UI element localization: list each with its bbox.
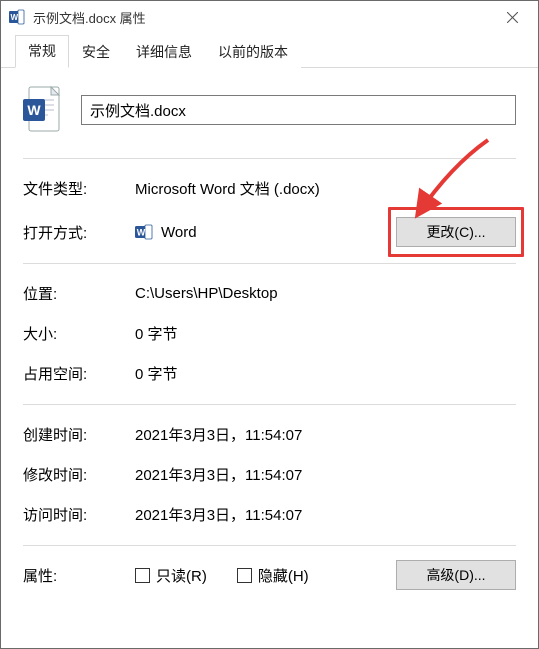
tab-details[interactable]: 详细信息: [123, 36, 205, 68]
tab-security[interactable]: 安全: [69, 36, 123, 68]
opens-with-app-name: Word: [161, 224, 197, 241]
attribute-checkboxes: 只读(R) 隐藏(H): [135, 565, 309, 586]
close-button[interactable]: [492, 3, 532, 31]
word-icon: W: [9, 9, 25, 25]
value-opens-with: W Word 更改(C)...: [135, 217, 516, 247]
separator: [23, 545, 516, 546]
separator: [23, 263, 516, 264]
label-attributes: 属性:: [23, 565, 135, 586]
label-location: 位置:: [23, 283, 135, 304]
label-modified: 修改时间:: [23, 464, 135, 485]
row-opens-with: 打开方式: W Word 更改(C)...: [23, 215, 516, 249]
label-created: 创建时间:: [23, 424, 135, 445]
row-filetype: 文件类型: Microsoft Word 文档 (.docx): [23, 171, 516, 205]
tab-previous-versions[interactable]: 以前的版本: [205, 36, 301, 68]
row-created: 创建时间: 2021年3月3日，11:54:07: [23, 417, 516, 451]
value-size: 0 字节: [135, 323, 516, 344]
change-button-wrap: 更改(C)...: [396, 217, 516, 247]
separator: [23, 404, 516, 405]
value-modified: 2021年3月3日，11:54:07: [135, 464, 516, 485]
row-size-on-disk: 占用空间: 0 字节: [23, 356, 516, 390]
value-created: 2021年3月3日，11:54:07: [135, 424, 516, 445]
properties-dialog: W 示例文档.docx 属性 常规 安全 详细信息 以前的版本: [0, 0, 539, 649]
value-location: C:\Users\HP\Desktop: [135, 285, 516, 302]
titlebar: W 示例文档.docx 属性: [1, 1, 538, 33]
row-attributes: 属性: 只读(R) 隐藏(H) 高级(D)...: [23, 558, 516, 592]
value-attributes: 只读(R) 隐藏(H) 高级(D)...: [135, 560, 516, 590]
change-button[interactable]: 更改(C)...: [396, 217, 516, 247]
checkbox-hidden-label: 隐藏(H): [258, 565, 309, 586]
checkbox-readonly[interactable]: 只读(R): [135, 565, 207, 586]
row-location: 位置: C:\Users\HP\Desktop: [23, 276, 516, 310]
label-accessed: 访问时间:: [23, 504, 135, 525]
word-app-icon: W: [135, 223, 153, 241]
value-accessed: 2021年3月3日，11:54:07: [135, 504, 516, 525]
label-filetype: 文件类型:: [23, 178, 135, 199]
tab-general[interactable]: 常规: [15, 35, 69, 68]
label-opens-with: 打开方式:: [23, 222, 135, 243]
row-size: 大小: 0 字节: [23, 316, 516, 350]
checkbox-hidden[interactable]: 隐藏(H): [237, 565, 309, 586]
row-modified: 修改时间: 2021年3月3日，11:54:07: [23, 457, 516, 491]
value-size-on-disk: 0 字节: [135, 363, 516, 384]
row-accessed: 访问时间: 2021年3月3日，11:54:07: [23, 497, 516, 531]
tab-strip: 常规 安全 详细信息 以前的版本: [1, 33, 538, 68]
filename-row: W: [23, 86, 516, 134]
tab-content-general: W 文件类型: Microsoft Word 文档 (.docx) 打开方式: …: [1, 68, 538, 648]
advanced-button-wrap: 高级(D)...: [396, 560, 516, 590]
label-size-on-disk: 占用空间:: [23, 363, 135, 384]
advanced-button[interactable]: 高级(D)...: [396, 560, 516, 590]
label-size: 大小:: [23, 323, 135, 344]
filename-input[interactable]: [81, 95, 516, 125]
svg-text:W: W: [11, 13, 19, 22]
separator: [23, 158, 516, 159]
svg-text:W: W: [27, 102, 41, 118]
checkbox-readonly-label: 只读(R): [156, 565, 207, 586]
document-icon: W: [23, 86, 63, 134]
window-title: 示例文档.docx 属性: [33, 8, 492, 27]
svg-text:W: W: [137, 228, 146, 238]
close-icon: [507, 12, 518, 23]
checkbox-box: [135, 568, 150, 583]
checkbox-box: [237, 568, 252, 583]
value-filetype: Microsoft Word 文档 (.docx): [135, 178, 516, 199]
